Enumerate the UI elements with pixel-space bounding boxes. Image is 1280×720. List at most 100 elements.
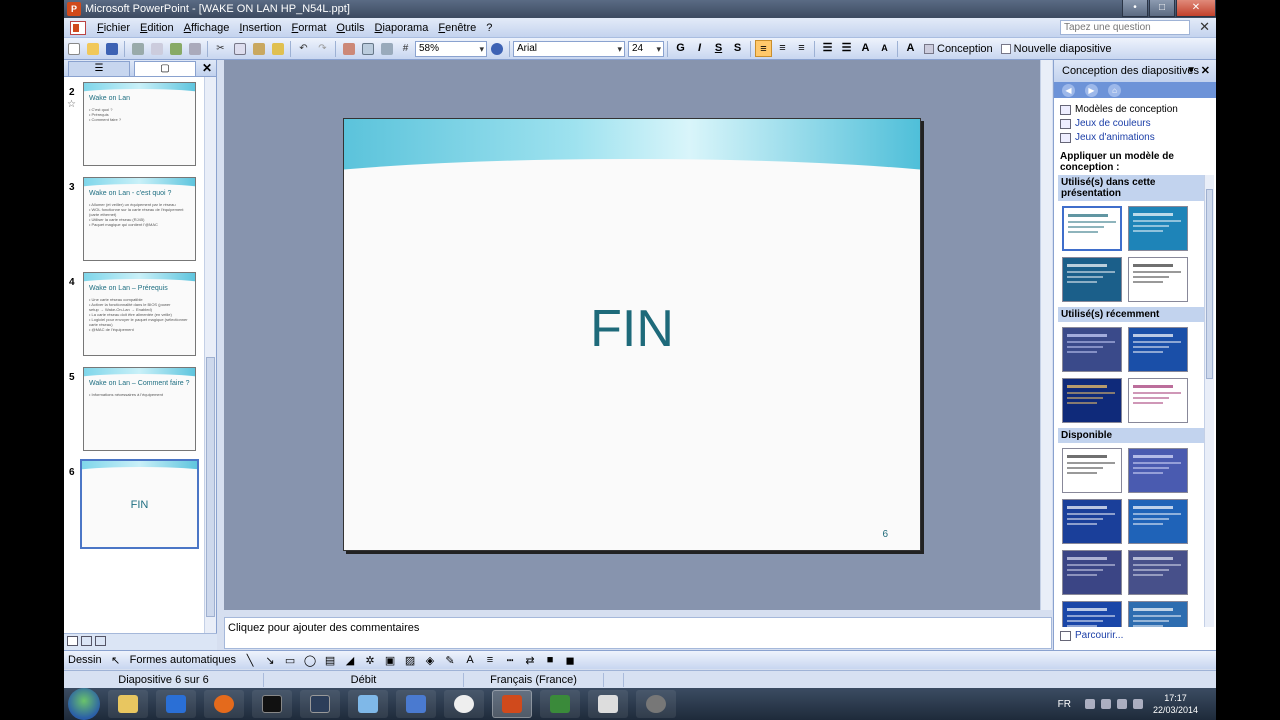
undo-icon[interactable]: ↶ [295,40,312,57]
rectangle-icon[interactable]: ▭ [283,653,297,667]
scrollbar-thumb[interactable] [1206,189,1213,379]
menu-outils[interactable]: Outils [331,22,369,34]
design-template-thumb[interactable] [1128,378,1188,423]
design-template-thumb[interactable] [1062,257,1122,302]
design-template-thumb[interactable] [1062,601,1122,627]
panel-close-icon[interactable]: ✕ [202,61,212,75]
taskbar-window[interactable] [588,690,628,718]
document-close-icon[interactable]: ✕ [1199,19,1210,35]
taskbar-app[interactable] [348,690,388,718]
chart-icon[interactable] [340,40,357,57]
design-template-thumb[interactable] [1062,327,1122,372]
align-left-icon[interactable]: ≡ [755,40,772,57]
taskbar-firefox[interactable] [204,690,244,718]
taskbar-monitor[interactable] [300,690,340,718]
slide-row-5[interactable]: 5 Wake on Lan – Comment faire ? • Inform… [64,362,205,457]
design-template-thumb[interactable] [1128,206,1188,251]
oval-icon[interactable]: ◯ [303,653,317,667]
design-template-thumb[interactable] [1062,206,1122,251]
diagram-icon[interactable]: ✲ [363,653,377,667]
zoom-select[interactable]: 58% [415,40,487,57]
design-template-thumb[interactable] [1128,499,1188,544]
taskbar-cmd[interactable] [252,690,292,718]
home-icon[interactable]: ⌂ [1108,83,1121,97]
autoshapes-button[interactable]: Formes automatiques [126,654,240,666]
new-slide-button[interactable]: Nouvelle diapositive [997,43,1116,55]
align-center-icon[interactable]: ≡ [774,40,791,57]
animation-schemes-link[interactable]: Jeux d'animations [1054,131,1216,144]
clipart-icon[interactable]: ▣ [383,653,397,667]
browse-link[interactable]: Parcourir... [1060,630,1123,641]
shadow-button[interactable]: S [729,40,746,57]
align-right-icon[interactable]: ≡ [793,40,810,57]
slide-thumbnail[interactable]: Wake on Lan – Prérequis • Une carte rése… [83,272,196,356]
powerpoint-app-icon[interactable]: P [67,2,81,16]
menu-fichier[interactable]: Fichier [92,22,135,34]
taskbar-media[interactable] [156,690,196,718]
taskbar-explorer[interactable] [108,690,148,718]
design-button[interactable]: Conception [920,43,997,55]
slide-row-2[interactable]: 2 ☆ Wake on Lan • C'est quoi ? • Prérequ… [64,77,205,172]
taskbar-inkscape[interactable] [444,690,484,718]
taskbar-powerpoint[interactable] [492,690,532,718]
fill-color-icon[interactable]: ◈ [423,653,437,667]
italic-button[interactable]: I [691,40,708,57]
numbered-list-icon[interactable]: ☰ [819,40,836,57]
slides-scrollbar[interactable] [204,77,216,633]
menu-fenetre[interactable]: Fenêtre [433,22,481,34]
minimize-button[interactable]: • [1122,0,1148,17]
bullet-list-icon[interactable]: ☰ [838,40,855,57]
redo-icon[interactable]: ↷ [314,40,331,57]
slide-thumbnail-selected[interactable]: FIN [80,459,199,549]
design-templates-link[interactable]: Modèles de conception [1054,103,1216,116]
menu-diaporama[interactable]: Diaporama [370,22,434,34]
design-template-thumb[interactable] [1128,448,1188,493]
font-color-icon[interactable]: A [463,653,477,667]
help-icon[interactable] [488,40,505,57]
bold-button[interactable]: G [672,40,689,57]
format-painter-icon[interactable] [269,40,286,57]
spelling-icon[interactable] [167,40,184,57]
picture-icon[interactable]: ▨ [403,653,417,667]
design-template-thumb[interactable] [1128,601,1188,627]
menu-edition[interactable]: Edition [135,22,179,34]
design-template-thumb[interactable] [1128,257,1188,302]
slide-row-3[interactable]: 3 Wake on Lan - c'est quoi ? • Allumer (… [64,172,205,267]
show-hidden-icon[interactable] [1084,699,1095,709]
textbox-icon[interactable]: ▤ [323,653,337,667]
arrow-style-icon[interactable]: ⇄ [523,653,537,667]
document-icon[interactable] [70,20,86,35]
menu-help[interactable]: ? [481,22,497,34]
slide-thumbnail[interactable]: Wake on Lan - c'est quoi ? • Allumer (et… [83,177,196,261]
forward-icon[interactable]: ▶ [1085,83,1098,97]
normal-view-icon[interactable] [67,636,78,646]
design-template-thumb[interactable] [1062,499,1122,544]
taskbar-network[interactable] [396,690,436,718]
help-search-input[interactable]: Tapez une question [1060,20,1190,35]
close-button[interactable]: ✕ [1176,0,1216,17]
slide-title[interactable]: FIN [344,299,920,359]
preview-icon[interactable] [148,40,165,57]
start-button[interactable] [68,688,100,720]
save-icon[interactable] [103,40,120,57]
maximize-button[interactable]: □ [1149,0,1175,17]
design-template-thumb[interactable] [1128,550,1188,595]
tab-outline[interactable]: ☰ [68,61,130,76]
menu-affichage[interactable]: Affichage [179,22,235,34]
design-template-thumb[interactable] [1062,448,1122,493]
grid-icon[interactable]: # [397,40,414,57]
menu-insertion[interactable]: Insertion [234,22,286,34]
menu-format[interactable]: Format [287,22,332,34]
taskbar-remote[interactable] [540,690,580,718]
network-tray-icon[interactable] [1116,699,1127,709]
font-color-button[interactable]: A [902,40,919,57]
decrease-font-icon[interactable]: A [876,40,893,57]
scrollbar-thumb[interactable] [206,357,215,617]
color-schemes-link[interactable]: Jeux de couleurs [1054,117,1216,130]
task-pane-close-icon[interactable]: ✕ [1201,60,1210,82]
open-icon[interactable] [84,40,101,57]
table-icon[interactable] [359,40,376,57]
print-icon[interactable] [129,40,146,57]
current-slide[interactable]: FIN 6 [343,118,921,551]
font-select[interactable]: Arial [513,40,625,57]
